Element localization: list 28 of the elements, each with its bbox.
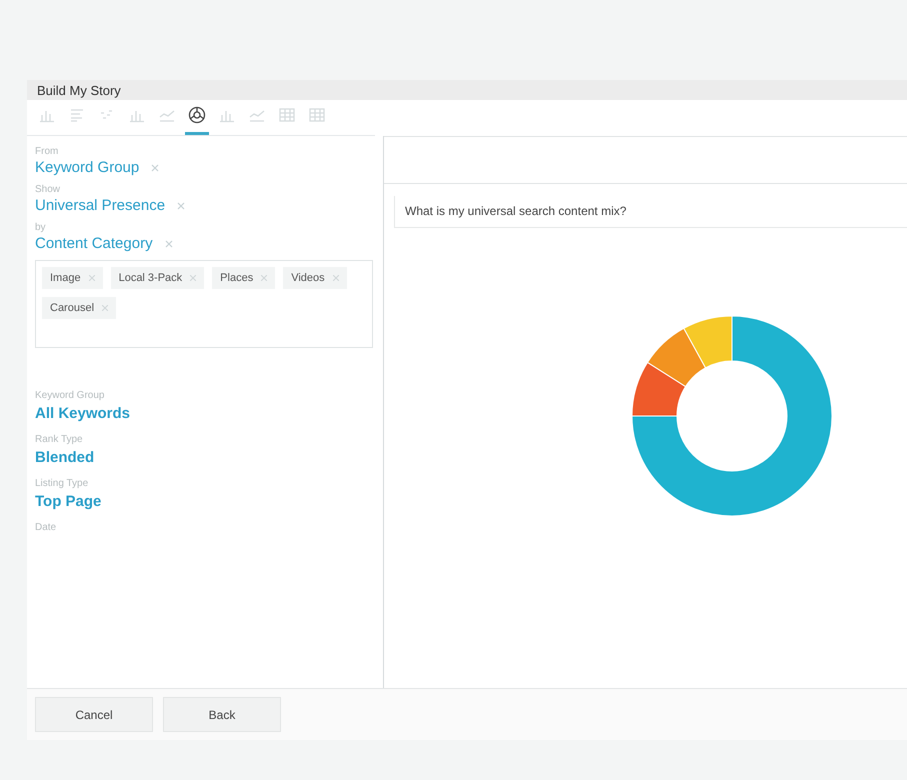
field-label: Date <box>35 522 58 533</box>
close-icon[interactable] <box>332 275 339 281</box>
category-tag[interactable]: Carousel <box>42 297 116 319</box>
category-tag[interactable]: Videos <box>283 267 347 289</box>
close-icon[interactable] <box>190 275 196 281</box>
close-icon[interactable] <box>88 275 95 281</box>
field-label: Keyword Group <box>35 390 106 401</box>
category-tag[interactable]: Local 3-Pack <box>110 267 204 289</box>
close-icon[interactable] <box>102 305 108 311</box>
chart-type-tab[interactable] <box>185 106 209 135</box>
donut-chart-icon <box>188 106 206 124</box>
close-icon[interactable] <box>151 164 160 172</box>
field-label: Show <box>35 184 62 195</box>
category-tag[interactable]: Places <box>212 267 276 289</box>
field-label: Listing Type <box>35 478 90 489</box>
close-icon[interactable] <box>164 240 173 248</box>
field-label: From <box>35 146 60 157</box>
question-text: What is my universal search content mix? <box>405 204 626 218</box>
close-icon[interactable] <box>261 275 268 281</box>
table-icon <box>278 106 296 124</box>
footer-button[interactable]: Cancel <box>35 697 153 732</box>
table-icon <box>308 106 326 124</box>
window-title: Build My Story <box>37 82 121 98</box>
close-icon[interactable] <box>177 202 186 210</box>
field-label: Rank Type <box>35 434 84 445</box>
footer-button[interactable]: Back <box>163 697 281 732</box>
category-tag[interactable]: Image <box>42 267 103 289</box>
field-label: by <box>35 222 47 233</box>
